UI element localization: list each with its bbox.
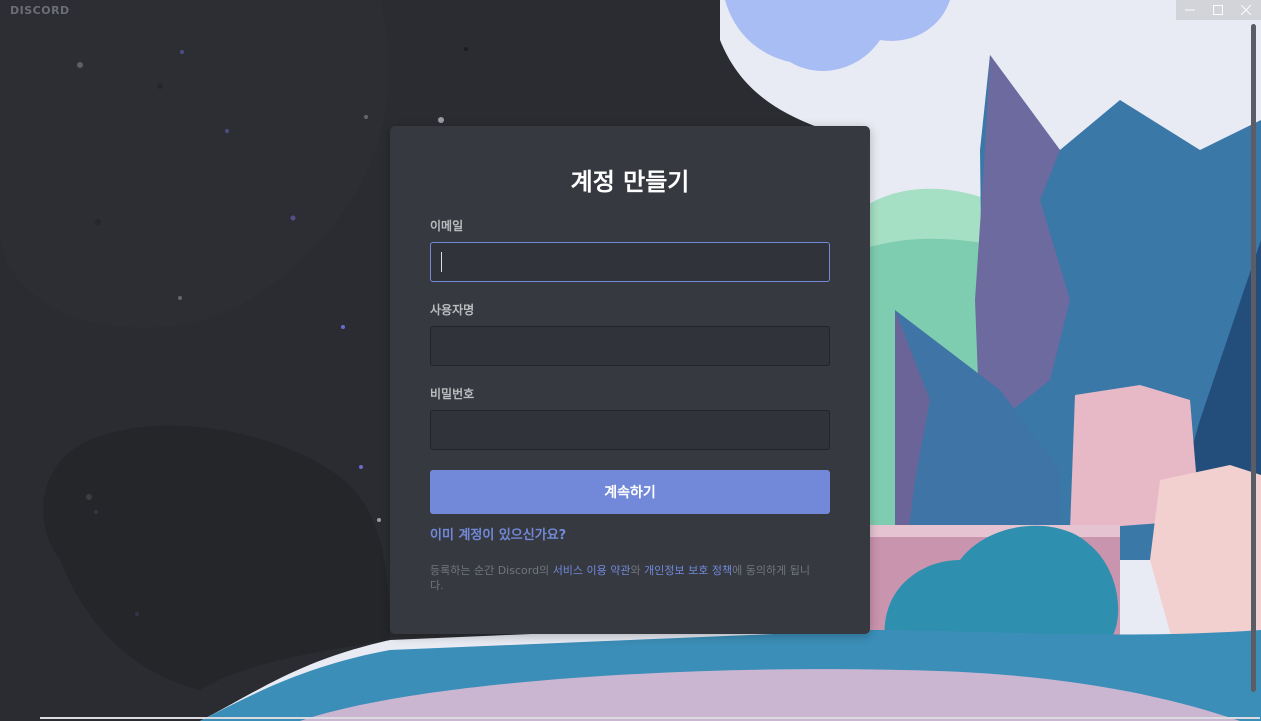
- email-field-group: 이메일: [430, 218, 830, 282]
- page-title: 계정 만들기: [570, 168, 690, 196]
- text-caret: [441, 252, 442, 272]
- password-field[interactable]: [430, 410, 830, 450]
- password-label: 비밀번호: [430, 387, 475, 401]
- email-input-wrap: [430, 242, 830, 282]
- password-field-group: 비밀번호: [430, 386, 830, 450]
- app-window: DISCORD 계정 만들기 이메일 사용자명 비밀번호 계속하기 이미 계정이…: [0, 0, 1261, 721]
- register-form: 계정 만들기 이메일 사용자명 비밀번호 계속하기 이미 계정이 있으신가요? …: [390, 126, 870, 634]
- minimize-icon: [1185, 9, 1195, 11]
- bottom-edge: [40, 717, 1260, 719]
- maximize-button[interactable]: [1204, 0, 1232, 20]
- continue-button[interactable]: 계속하기: [430, 470, 830, 514]
- discord-logo: DISCORD: [10, 4, 70, 17]
- username-label: 사용자명: [430, 303, 475, 317]
- close-button[interactable]: [1232, 0, 1260, 20]
- scrollbar[interactable]: [1251, 24, 1256, 692]
- minimize-button[interactable]: [1176, 0, 1204, 20]
- terms-prefix: 등록하는 순간 Discord의: [430, 564, 553, 577]
- username-field[interactable]: [430, 326, 830, 366]
- terms-of-service-link[interactable]: 서비스 이용 약관: [553, 564, 631, 577]
- maximize-icon: [1213, 5, 1223, 15]
- username-field-group: 사용자명: [430, 302, 830, 366]
- terms-text: 등록하는 순간 Discord의 서비스 이용 약관와 개인정보 보호 정책에 …: [430, 563, 822, 593]
- login-link[interactable]: 이미 계정이 있으신가요?: [430, 524, 566, 543]
- window-controls: [1176, 0, 1261, 20]
- terms-middle: 와: [630, 564, 645, 577]
- email-label: 이메일: [430, 219, 464, 233]
- privacy-policy-link[interactable]: 개인정보 보호 정책: [644, 564, 732, 577]
- email-field[interactable]: [430, 242, 830, 282]
- close-icon: [1241, 5, 1251, 15]
